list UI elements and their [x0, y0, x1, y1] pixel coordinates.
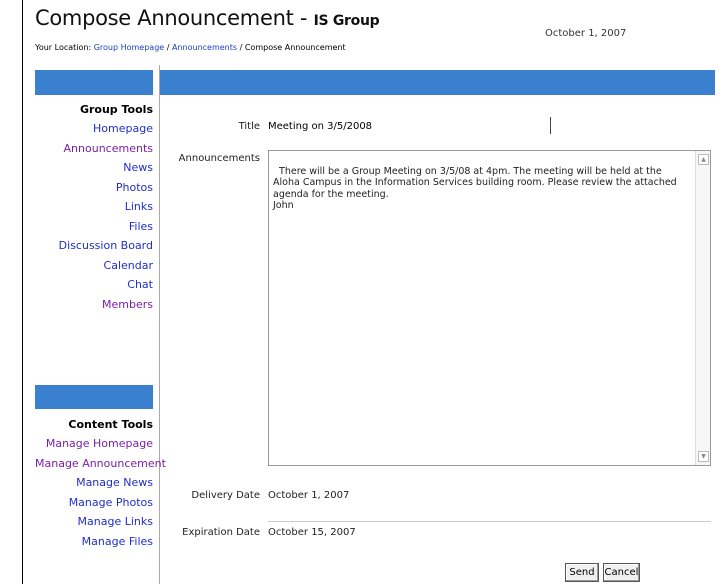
sidebar-section-bar: [35, 385, 153, 409]
breadcrumb-link-announcements[interactable]: Announcements: [172, 43, 237, 52]
cancel-button[interactable]: Cancel: [603, 563, 640, 582]
sidebar-item-chat[interactable]: Chat: [35, 275, 153, 295]
breadcrumb-link-home[interactable]: Group Homepage: [94, 43, 165, 52]
content-header-bar: [160, 70, 715, 95]
column-divider: [159, 65, 160, 584]
scroll-down-arrow-icon[interactable]: ▼: [698, 451, 709, 462]
title-input[interactable]: [266, 117, 554, 135]
announcement-textarea[interactable]: There will be a Group Meeting on 3/5/08 …: [268, 150, 711, 466]
breadcrumb-current: Compose Announcement: [244, 43, 346, 52]
group-tools-heading: Group Tools: [79, 103, 153, 116]
text-cursor: [550, 117, 551, 134]
form-divider: [268, 521, 711, 522]
expiration-date-value[interactable]: October 15, 2007: [268, 527, 356, 538]
current-date: October 1, 2007: [545, 28, 627, 39]
breadcrumb: Your Location: Group Homepage / Announce…: [35, 43, 346, 52]
sidebar-item-manage-links[interactable]: Manage Links: [35, 512, 153, 532]
sidebar-item-discussion-board[interactable]: Discussion Board: [35, 236, 153, 256]
scroll-up-arrow-icon[interactable]: ▲: [698, 154, 709, 165]
group-tools-menu: Group Tools Homepage Announcements News …: [35, 103, 153, 314]
sidebar-item-announcements[interactable]: Announcements: [35, 139, 153, 159]
sidebar-item-manage-homepage[interactable]: Manage Homepage: [35, 434, 153, 454]
delivery-date-value[interactable]: October 1, 2007: [268, 490, 349, 501]
breadcrumb-prefix: Your Location:: [35, 43, 94, 52]
content-tools-menu: Content Tools Manage Homepage Manage Ann…: [35, 418, 166, 552]
group-name: IS Group: [313, 13, 380, 29]
breadcrumb-separator: /: [164, 43, 172, 52]
content-tools-heading: Content Tools: [68, 418, 153, 431]
sidebar-item-photos[interactable]: Photos: [35, 178, 153, 198]
sidebar-item-homepage[interactable]: Homepage: [35, 119, 153, 139]
sidebar-item-manage-photos[interactable]: Manage Photos: [35, 493, 153, 513]
delivery-date-label: Delivery Date: [191, 490, 260, 501]
page-title: Compose Announcement - IS Group: [35, 6, 380, 30]
sidebar-item-links[interactable]: Links: [35, 197, 153, 217]
breadcrumb-separator: /: [237, 43, 245, 52]
page-title-text: Compose Announcement -: [35, 6, 314, 30]
textarea-scrollbar[interactable]: ▲ ▼: [695, 151, 710, 465]
sidebar-item-manage-news[interactable]: Manage News: [35, 473, 153, 493]
send-button[interactable]: Send: [565, 563, 599, 582]
title-label: Title: [238, 121, 260, 132]
sidebar-item-members[interactable]: Members: [35, 295, 153, 315]
sidebar-item-manage-announcement[interactable]: Manage Announcement: [35, 454, 166, 474]
sidebar-item-calendar[interactable]: Calendar: [35, 256, 153, 276]
announcement-text: There will be a Group Meeting on 3/5/08 …: [273, 165, 677, 212]
sidebar-item-manage-files[interactable]: Manage Files: [35, 532, 153, 552]
sidebar-header-bar: [35, 70, 153, 95]
sidebar-item-news[interactable]: News: [35, 158, 153, 178]
expiration-date-label: Expiration Date: [182, 527, 260, 538]
sidebar-item-files[interactable]: Files: [35, 217, 153, 237]
announcement-label: Announcements: [178, 153, 260, 164]
